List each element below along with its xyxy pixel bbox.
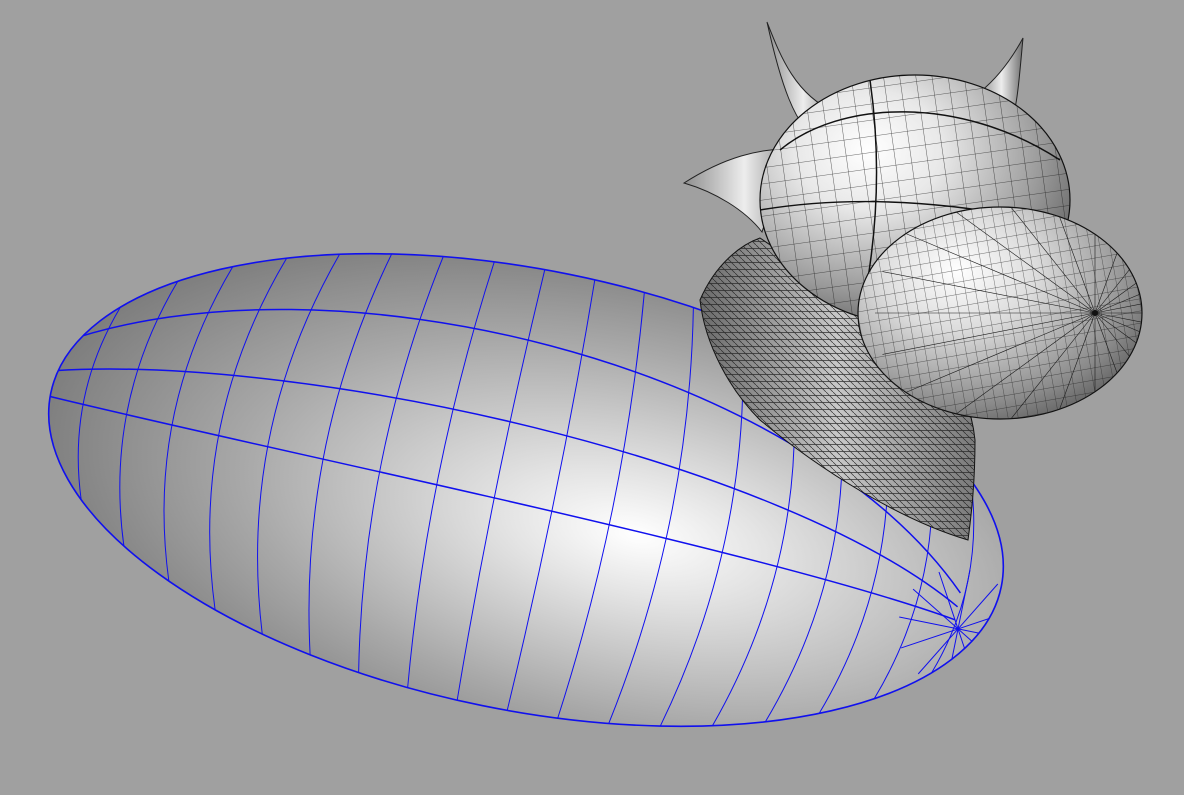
3d-viewport[interactable]: [0, 0, 1184, 795]
beak-pole: [1092, 310, 1098, 316]
